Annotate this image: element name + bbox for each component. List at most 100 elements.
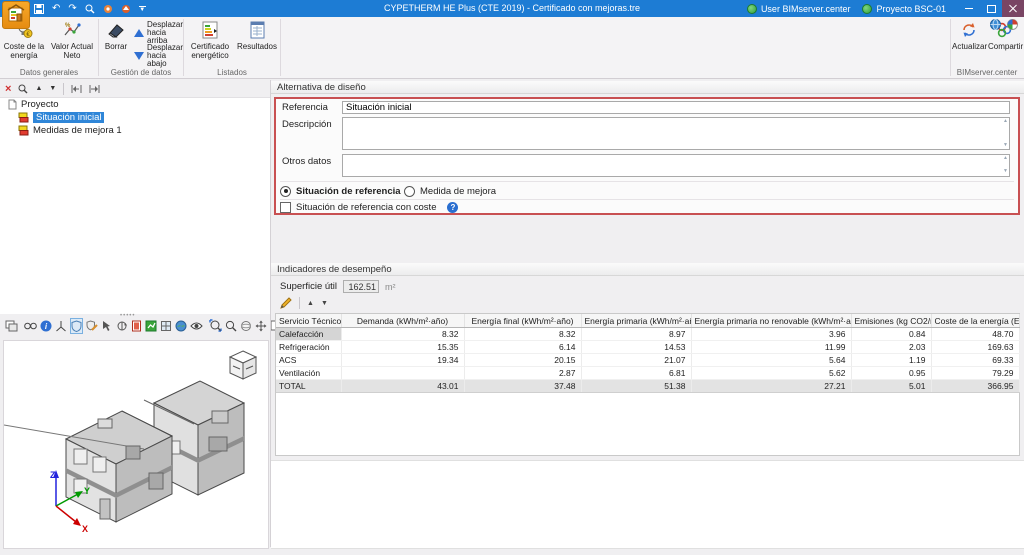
borrar-button[interactable]: Borrar [101,20,131,51]
cell-value[interactable]: 5.64 [691,353,852,367]
move-row-down-icon[interactable]: ▼ [321,300,328,307]
cell-value[interactable]: 2.87 [464,366,582,380]
web-globe-icon[interactable] [990,19,1001,30]
cell-value[interactable]: 3.96 [691,327,852,341]
cell-value[interactable]: 0.84 [851,327,932,341]
cell-value[interactable]: 6.14 [464,340,582,354]
desplazar-abajo-button[interactable]: Desplazar hacia abajo [134,44,183,68]
table-header-row: Servicio Técnico Demanda (kWh/m²·año) En… [276,314,1020,328]
cell-value[interactable]: 1.19 [851,353,932,367]
cell-servicio[interactable]: TOTAL [276,379,342,393]
cell-value[interactable]: 20.15 [464,353,582,367]
shield-edit-icon[interactable] [86,318,98,334]
tree-item-medidas-mejora[interactable]: Medidas de mejora 1 [0,124,270,137]
move-down-icon[interactable]: ▼ [49,85,56,92]
close-button[interactable] [1002,0,1024,17]
table-row-acs: ACS 19.34 20.15 21.07 5.64 1.19 69.33 [276,353,1020,367]
globe-view-icon[interactable] [175,318,187,334]
minimize-button[interactable] [958,0,980,17]
expand-tree-icon[interactable] [89,84,100,94]
cell-value[interactable]: 37.48 [464,379,582,393]
bimserver-project-button[interactable]: Proyecto BSC-01 [862,3,946,14]
axes-icon[interactable] [55,318,67,334]
windows-visibility-icon[interactable] [160,318,172,334]
search-icon[interactable] [18,84,28,94]
zoom-window-icon[interactable] [225,318,237,334]
collapse-tree-icon[interactable] [71,84,82,94]
cell-servicio[interactable]: Calefacción [276,327,342,341]
app-logo[interactable] [2,1,30,29]
orbit-icon[interactable] [240,318,252,334]
help-pinwheel-icon[interactable] [1007,19,1018,30]
cell-value[interactable]: 14.53 [581,340,692,354]
cell-value[interactable]: 27.21 [691,379,852,393]
model-viewport[interactable]: Z Y X [3,340,269,549]
scroll-up-icon[interactable]: ▲ [1003,119,1008,124]
cell-value[interactable]: 15.35 [341,340,465,354]
bimserver-user-button[interactable]: User BIMserver.center [746,3,850,14]
cell-value[interactable]: 169.63 [931,340,1020,354]
layers-icon[interactable] [5,318,18,334]
cell-value[interactable]: 5.62 [691,366,852,380]
actualizar-label: Actualizar [952,42,988,51]
tree-item-proyecto[interactable]: Proyecto [0,98,270,111]
indicators-toolbar: ▲ ▼ [271,297,328,309]
eye-icon[interactable] [190,318,203,334]
valor-actual-neto-button[interactable]: % Valor Actual Neto [48,20,96,60]
cell-value[interactable]: 0.95 [851,366,932,380]
cell-value[interactable]: 11.99 [691,340,852,354]
delete-icon[interactable]: × [5,83,11,95]
cell-value[interactable]: 48.70 [931,327,1020,341]
cell-servicio[interactable]: Ventilación [276,366,342,380]
walls-visibility-icon[interactable] [131,318,142,334]
cell-value[interactable]: 21.07 [581,353,692,367]
checkbox-situacion-coste[interactable]: Situación de referencia con coste ? [280,201,459,213]
select-visible-icon[interactable] [101,318,113,334]
descripcion-textarea[interactable] [342,117,1010,150]
indicators-panel-header: Indicadores de desempeño [271,263,1024,276]
cell-value[interactable]: 43.01 [341,379,465,393]
scroll-down-icon[interactable]: ▼ [1003,143,1008,148]
rotate-model-icon[interactable] [116,318,128,334]
view-cube[interactable] [226,349,260,381]
resultados-button[interactable]: Resultados [236,20,278,51]
cell-servicio[interactable]: Refrigeración [276,340,342,354]
radio-medida-mejora[interactable]: Medida de mejora [404,184,496,198]
zoom-extents-icon[interactable] [209,318,222,334]
cell-value[interactable]: 2.03 [851,340,932,354]
cell-value[interactable]: 8.32 [464,327,582,341]
cell-value[interactable]: 19.34 [341,353,465,367]
tree-item-label: Proyecto [21,99,59,110]
cell-value[interactable]: 366.95 [931,379,1020,393]
move-up-icon[interactable]: ▲ [35,85,42,92]
cell-value[interactable]: 5.01 [851,379,932,393]
shield-view-icon[interactable] [70,317,83,334]
cell-value[interactable]: 51.38 [581,379,692,393]
info-icon[interactable]: i [40,318,52,334]
cell-value[interactable]: 69.33 [931,353,1020,367]
radio-unselected-icon [404,185,415,197]
cell-value[interactable]: 8.97 [581,327,692,341]
chart-view-icon[interactable] [145,318,157,334]
cell-value[interactable] [341,366,465,380]
desplazar-arriba-button[interactable]: Desplazar hacia arriba [134,21,183,45]
pan-icon[interactable] [255,318,267,334]
cell-value[interactable]: 8.32 [341,327,465,341]
scroll-up-icon[interactable]: ▲ [1003,156,1008,161]
actualizar-button[interactable]: Actualizar [952,20,988,51]
cell-servicio[interactable]: ACS [276,353,342,367]
move-row-up-icon[interactable]: ▲ [307,300,314,307]
cell-value[interactable]: 6.81 [581,366,692,380]
referencia-input[interactable] [342,101,1010,114]
stereo-view-icon[interactable] [24,318,37,334]
edit-pencil-icon[interactable] [280,297,292,309]
otros-datos-textarea[interactable] [342,154,1010,177]
radio-situacion-referencia[interactable]: Situación de referencia [280,184,401,198]
maximize-button[interactable] [980,0,1002,17]
resultados-label: Resultados [236,42,278,51]
help-icon[interactable]: ? [447,201,459,213]
certificado-energetico-button[interactable]: Certificado energético [186,20,234,60]
cell-value[interactable]: 79.29 [931,366,1020,380]
tree-item-situacion-inicial[interactable]: Situación inicial [0,111,270,124]
scroll-down-icon[interactable]: ▼ [1003,169,1008,174]
